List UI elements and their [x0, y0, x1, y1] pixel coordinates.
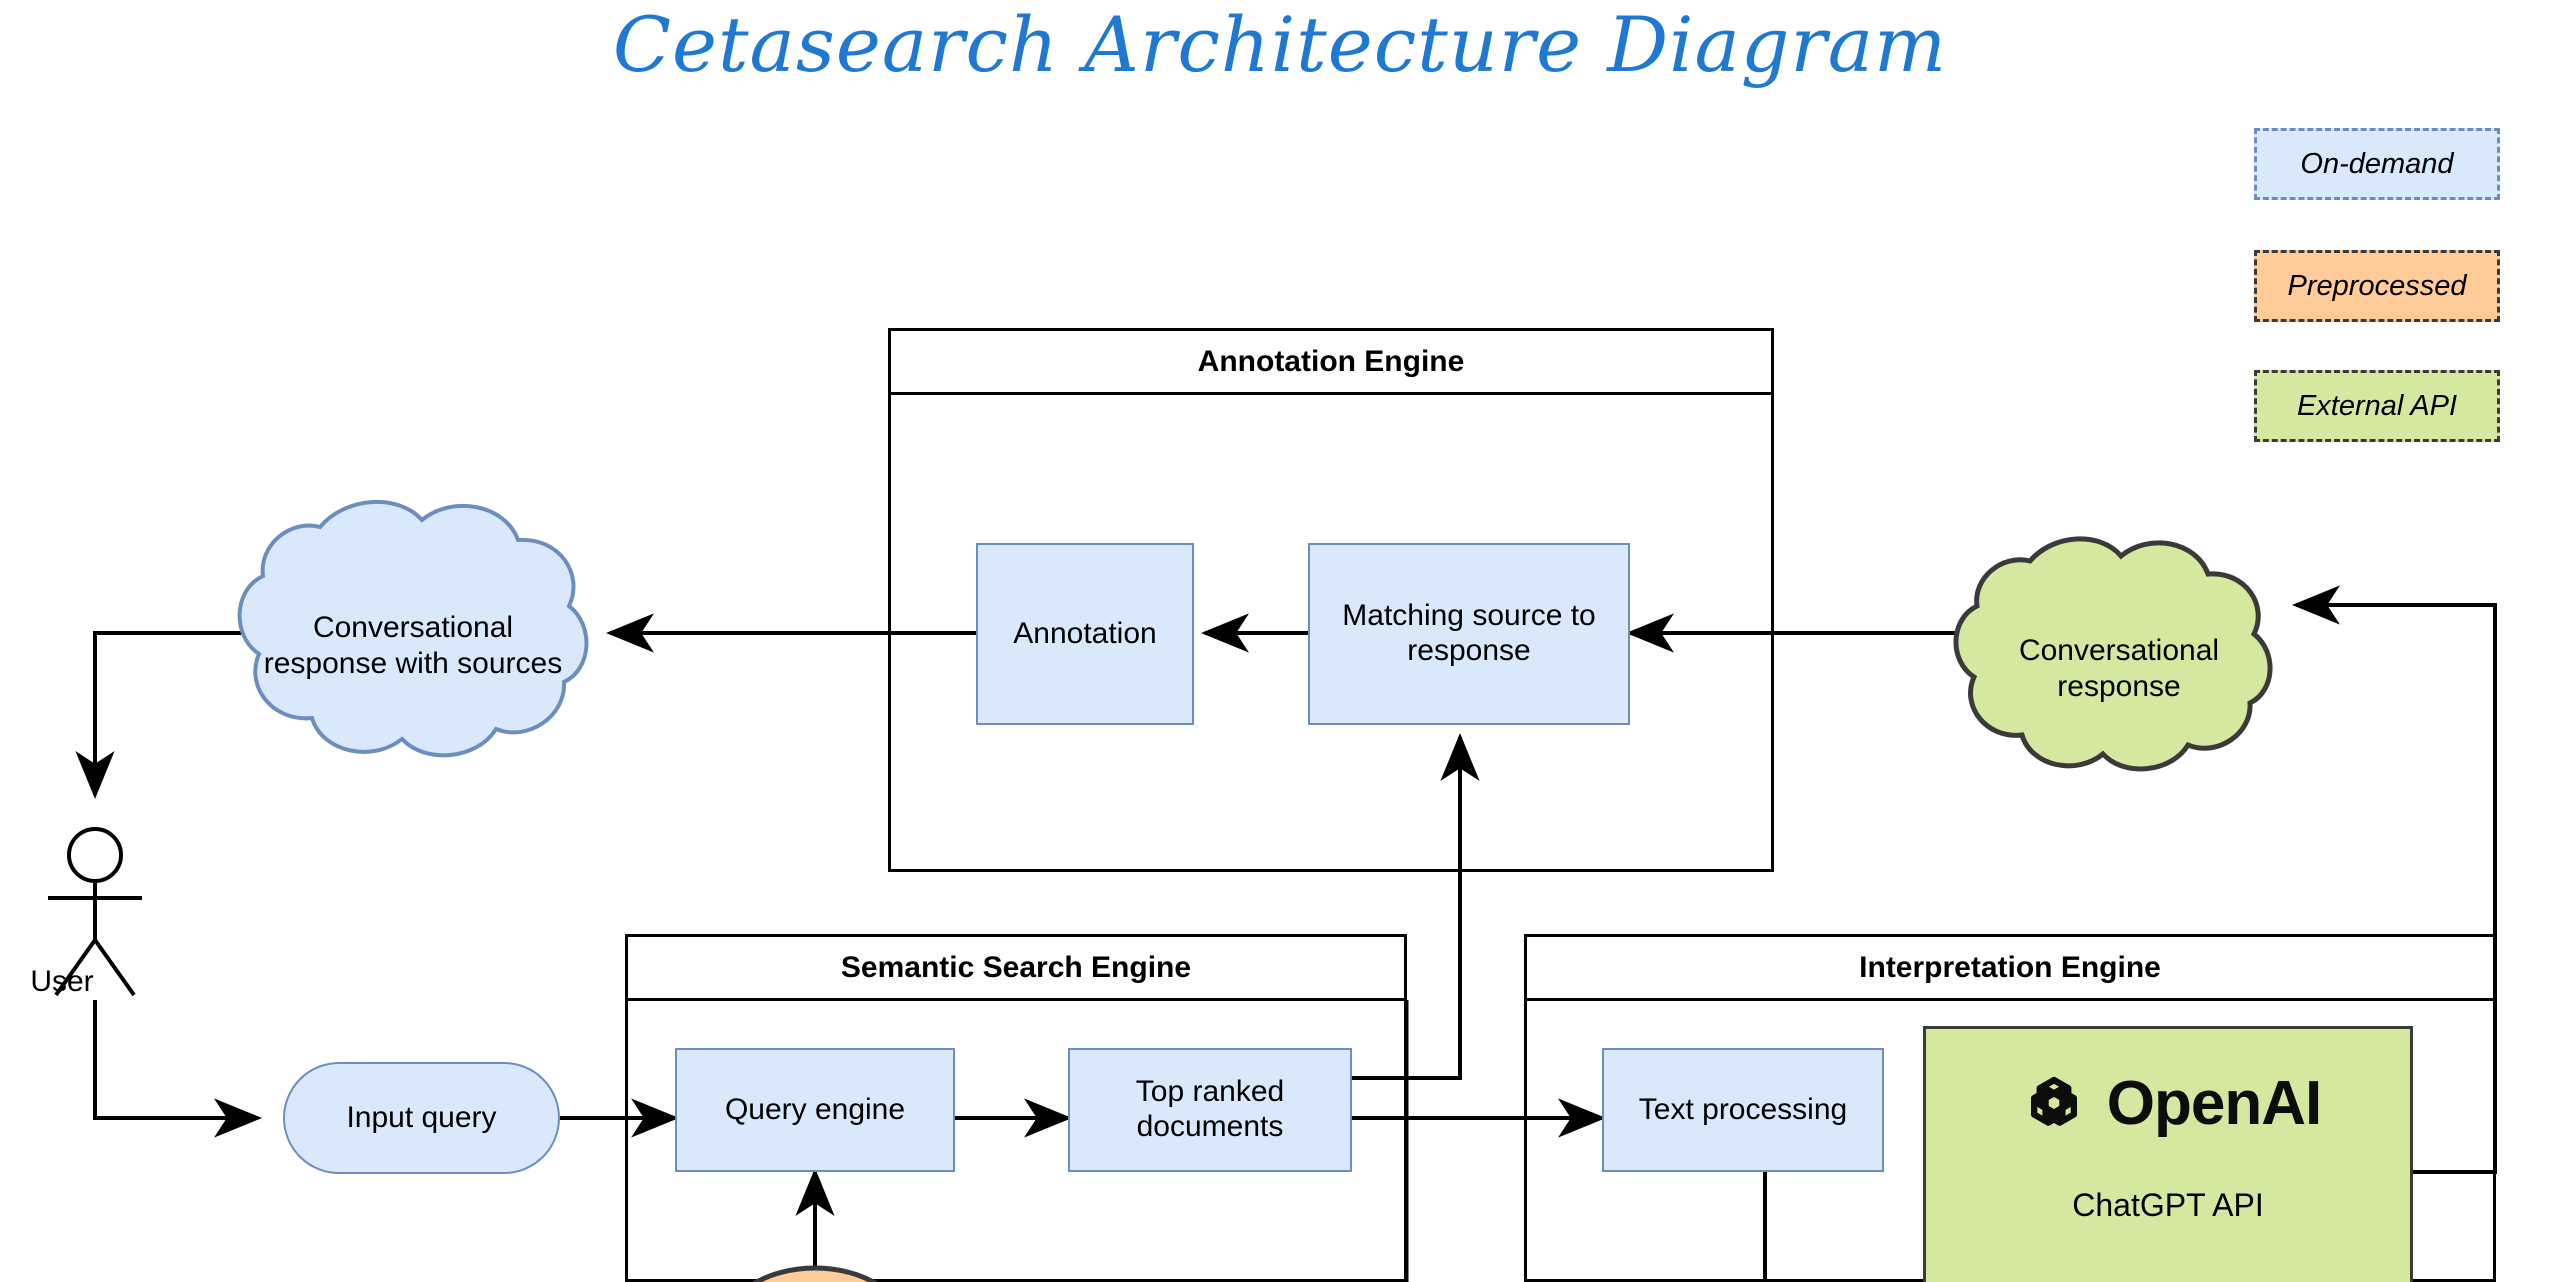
legend-label: On-demand: [2300, 147, 2454, 180]
legend-item-preprocessed: Preprocessed: [2254, 250, 2500, 322]
node-input-query[interactable]: Input query: [283, 1062, 560, 1174]
edge-user-to-input-query: [93, 1000, 262, 1138]
openai-logo-icon: [2030, 1076, 2077, 1126]
node-label: Query engine: [724, 1092, 906, 1126]
node-query-engine[interactable]: Query engine: [675, 1048, 955, 1172]
cloud-text: Conversational response with sources: [263, 611, 563, 680]
cloud-text: Conversational response: [2018, 634, 2220, 703]
page-title: Cetasearch Architecture Diagram: [612, 0, 1948, 89]
node-label: Text processing: [1638, 1092, 1848, 1126]
node-openai-chatgpt-api[interactable]: OpenAI ChatGPT API: [1923, 1026, 2413, 1282]
lane-title-semantic-search-engine: Semantic Search Engine: [628, 937, 1404, 1001]
cloud-label-conversational-response: Conversational response: [1949, 561, 2289, 776]
node-matching-source-to-response[interactable]: Matching source to response: [1308, 543, 1630, 725]
lane-title-annotation-engine: Annotation Engine: [891, 331, 1771, 395]
node-label: Annotation: [1013, 616, 1157, 650]
node-top-ranked-documents[interactable]: Top ranked documents: [1068, 1048, 1352, 1172]
cloud-label-response-with-sources: Conversational response with sources: [233, 527, 593, 764]
openai-brand-label: OpenAI: [2106, 1068, 2322, 1138]
lane-title-interpretation-engine: Interpretation Engine: [1527, 937, 2493, 1001]
legend-item-on-demand: On-demand: [2254, 128, 2500, 200]
node-label: Input query: [346, 1100, 497, 1134]
user-actor-label: User: [30, 965, 94, 998]
openai-caption: ChatGPT API: [2072, 1187, 2264, 1223]
node-annotation[interactable]: Annotation: [976, 543, 1194, 725]
legend-label: External API: [2296, 389, 2458, 422]
node-label: Matching source to response: [1342, 599, 1596, 667]
diagram-canvas: Cetasearch Architecture Diagram On-deman…: [0, 0, 2564, 1282]
node-text-processing[interactable]: Text processing: [1602, 1048, 1884, 1172]
node-label: Top ranked documents: [1135, 1075, 1285, 1143]
openai-brand-row: OpenAI: [1926, 1055, 2410, 1151]
legend-item-external-api: External API: [2254, 370, 2500, 442]
legend-label: Preprocessed: [2287, 269, 2467, 302]
